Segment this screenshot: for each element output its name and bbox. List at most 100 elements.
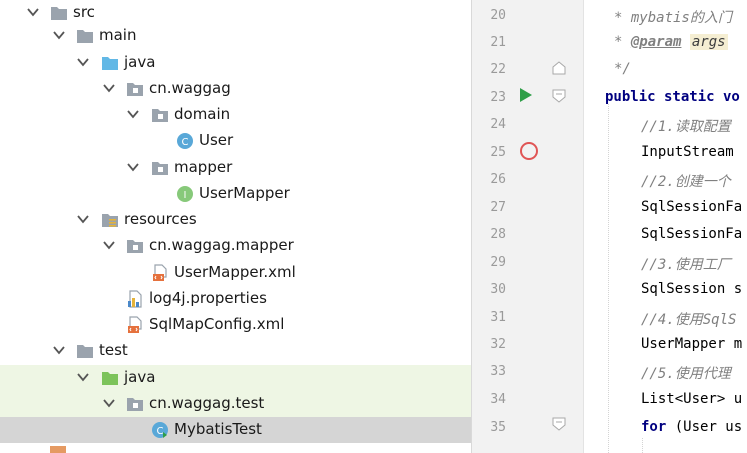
- code-line-26: //2.创建一个: [641, 174, 731, 190]
- line-number: 26: [490, 172, 506, 187]
- class-icon: C: [177, 133, 193, 149]
- project-tree: src main java cn.waggag domain C User ma…: [0, 0, 471, 453]
- chevron-down-icon[interactable]: [52, 343, 66, 357]
- package-icon: [126, 237, 144, 255]
- chevron-down-icon[interactable]: [76, 55, 90, 69]
- tree-label: cn.waggag.mapper: [149, 236, 294, 254]
- run-arrow-icon[interactable]: [518, 86, 534, 104]
- svg-text:C: C: [182, 137, 189, 148]
- line-number: 23: [490, 90, 506, 105]
- line-number: 24: [490, 117, 506, 132]
- tree-label: MybatisTest: [174, 420, 262, 438]
- tree-row-package-domain[interactable]: domain: [0, 102, 471, 128]
- tree-label: mapper: [174, 158, 233, 176]
- tree-row-class-mybatistest[interactable]: C MybatisTest: [0, 417, 471, 443]
- package-icon: [151, 106, 169, 124]
- tree-row-interface-usermapper[interactable]: I UserMapper: [0, 181, 471, 207]
- fold-start-icon[interactable]: [551, 416, 567, 432]
- tree-label: log4j.properties: [149, 289, 267, 307]
- line-number: 22: [490, 62, 506, 77]
- tree-label: User: [199, 131, 234, 149]
- code-line-30: SqlSession s: [641, 281, 743, 297]
- tree-label: src: [73, 3, 95, 21]
- chevron-down-icon[interactable]: [102, 396, 116, 410]
- tree-label: UserMapper: [199, 184, 290, 202]
- tree-label: java: [124, 368, 156, 386]
- code-editor[interactable]: * mybatis的入门 * @param args */ public sta…: [584, 0, 747, 453]
- tree-row-main-java[interactable]: java: [0, 50, 471, 76]
- code-line-34: List<User> u: [641, 391, 743, 407]
- tree-label: cn.waggag: [149, 79, 231, 97]
- tree-label: main: [99, 26, 137, 44]
- svg-text:C: C: [157, 426, 164, 437]
- package-icon: [151, 159, 169, 177]
- tree-row-test-java[interactable]: java: [0, 365, 471, 391]
- fold-start-icon[interactable]: [551, 88, 567, 104]
- tree-label: test: [99, 341, 128, 359]
- line-number: 28: [490, 227, 506, 242]
- line-number: 30: [490, 282, 506, 297]
- tree-label: UserMapper.xml: [174, 263, 296, 281]
- tree-row-file-log4j-properties[interactable]: log4j.properties: [0, 286, 471, 312]
- indent-guide: [608, 104, 609, 453]
- code-line-33: //5.使用代理: [641, 366, 731, 382]
- tree-row-package-cn-waggag[interactable]: cn.waggag: [0, 76, 471, 102]
- folder-icon: [50, 4, 68, 22]
- package-icon: [126, 80, 144, 98]
- folder-icon: [76, 27, 94, 45]
- tree-label: cn.waggag.test: [149, 394, 265, 412]
- code-line-29: //3.使用工厂: [641, 257, 731, 273]
- source-folder-icon: [101, 54, 119, 72]
- code-line-28: SqlSessionFa: [641, 226, 743, 242]
- chevron-down-icon[interactable]: [26, 5, 40, 19]
- code-line-35: for (User us: [641, 419, 743, 435]
- tree-row-class-user[interactable]: C User: [0, 128, 471, 154]
- resources-folder-icon: [101, 211, 119, 229]
- chevron-down-icon[interactable]: [126, 160, 140, 174]
- code-line-24: //1.读取配置: [641, 119, 731, 135]
- line-number: 29: [490, 255, 506, 270]
- code-line-20: * mybatis的入门: [614, 10, 732, 26]
- chevron-down-icon[interactable]: [76, 212, 90, 226]
- folder-icon: [50, 446, 66, 453]
- line-number: 33: [490, 364, 506, 379]
- package-icon: [126, 395, 144, 413]
- tree-row-test[interactable]: test: [0, 338, 471, 364]
- line-number: 32: [490, 337, 506, 352]
- tree-label: SqlMapConfig.xml: [149, 315, 285, 333]
- fold-end-icon[interactable]: [551, 60, 567, 76]
- line-number: 20: [490, 8, 506, 23]
- line-number: 34: [490, 392, 506, 407]
- test-class-icon: C: [152, 422, 168, 438]
- code-line-21: * @param args: [614, 34, 728, 50]
- chevron-down-icon[interactable]: [102, 238, 116, 252]
- code-line-23: public static vo: [605, 89, 740, 105]
- tree-row-package-mapper[interactable]: mapper: [0, 155, 471, 181]
- line-number: 25: [490, 145, 506, 160]
- tree-row-package-cn-waggag-mapper[interactable]: cn.waggag.mapper: [0, 233, 471, 259]
- tree-label: resources: [124, 210, 197, 228]
- svg-text:I: I: [184, 190, 187, 201]
- line-number: 35: [490, 420, 506, 435]
- tree-row-file-usermapper-xml[interactable]: UserMapper.xml: [0, 260, 471, 286]
- tree-label: java: [124, 53, 156, 71]
- indent-guide: [642, 438, 643, 453]
- tree-label: domain: [174, 105, 231, 123]
- chevron-down-icon[interactable]: [76, 370, 90, 384]
- tree-row-main[interactable]: main: [0, 23, 471, 49]
- breakpoint-icon[interactable]: [519, 141, 539, 161]
- xml-file-icon: [126, 316, 144, 334]
- tree-row-resources[interactable]: resources: [0, 207, 471, 233]
- test-folder-icon: [101, 369, 119, 387]
- code-line-32: UserMapper m: [641, 336, 743, 352]
- line-number: 27: [490, 200, 506, 215]
- tree-row-file-sqlmapconfig-xml[interactable]: SqlMapConfig.xml: [0, 312, 471, 338]
- line-number: 31: [490, 310, 506, 325]
- line-number: 21: [490, 35, 506, 50]
- chevron-down-icon[interactable]: [52, 28, 66, 42]
- tree-row-package-cn-waggag-test[interactable]: cn.waggag.test: [0, 391, 471, 417]
- folder-icon: [76, 342, 94, 360]
- chevron-down-icon[interactable]: [102, 81, 116, 95]
- chevron-down-icon[interactable]: [126, 107, 140, 121]
- properties-file-icon: [126, 290, 144, 308]
